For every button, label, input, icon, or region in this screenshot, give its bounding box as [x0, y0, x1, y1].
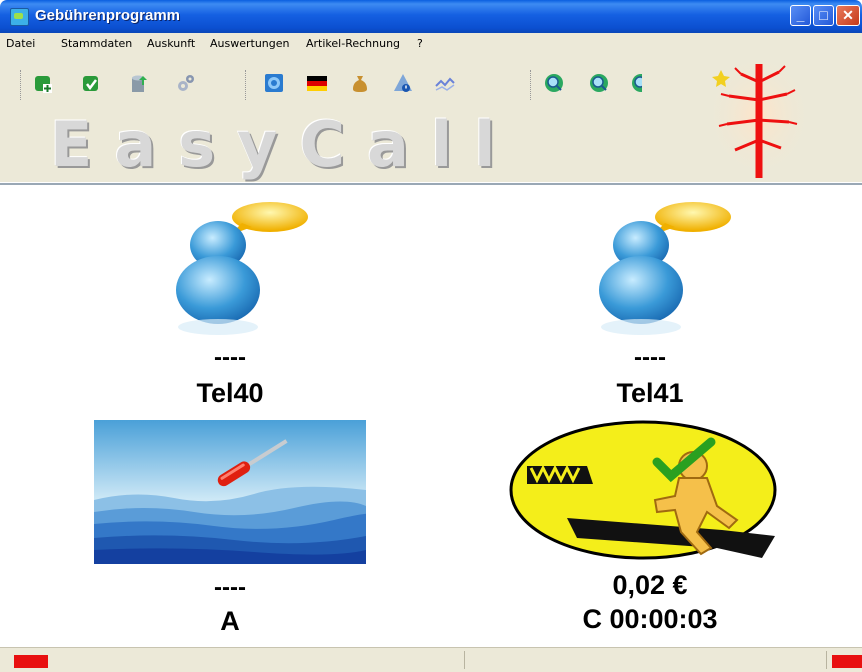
tel41-cost: 0,02 € [612, 570, 688, 600]
active-call-image [509, 420, 777, 560]
maximize-button[interactable]: □ [813, 5, 834, 26]
menu-stammdaten[interactable]: Stammdaten [61, 37, 132, 50]
tel40-line2: A [220, 606, 240, 636]
minimize-icon: _ [796, 7, 805, 23]
tel41-status: ---- [634, 344, 666, 371]
menu-artikel-rechnung[interactable]: Artikel-Rechnung [306, 37, 400, 50]
close-button[interactable]: ✕ [836, 5, 860, 26]
easycall-logo: EasyCall [50, 108, 518, 181]
money-bag-icon[interactable] [349, 72, 371, 94]
menu-datei[interactable]: Datei [6, 37, 35, 50]
tree-logo-icon [709, 62, 809, 180]
toolbar-separator [245, 70, 248, 100]
alert-icon[interactable] [392, 72, 414, 94]
tel41-name: Tel41 [616, 378, 684, 408]
app-icon [10, 8, 29, 26]
german-flag-icon[interactable] [306, 72, 328, 94]
info-globe-icon[interactable] [263, 72, 285, 94]
status-indicator-left [14, 655, 48, 668]
tel40-line1: ---- [214, 574, 246, 601]
tel40-name: Tel40 [196, 378, 264, 408]
add-user-icon[interactable] [32, 72, 54, 94]
close-icon: ✕ [842, 7, 854, 23]
toolbar-separator [20, 70, 23, 100]
tel41-duration: C 00:00:03 [582, 604, 718, 634]
idle-state-image [94, 420, 366, 564]
user-avatar-icon [176, 202, 308, 335]
status-bar [0, 647, 862, 672]
search-partial-icon[interactable] [630, 72, 642, 94]
tel40-status: ---- [214, 344, 246, 371]
search-icon[interactable] [543, 72, 565, 94]
gears-icon[interactable] [175, 72, 197, 94]
user-check-icon[interactable] [80, 72, 102, 94]
minimize-button[interactable]: _ [790, 5, 811, 26]
toolbar-separator [530, 70, 533, 100]
window-title: Gebührenprogramm [35, 7, 181, 24]
database-export-icon[interactable] [128, 72, 150, 94]
user-avatar-icon [599, 202, 731, 335]
maximize-icon: □ [819, 7, 828, 23]
search-zoom-icon[interactable] [588, 72, 610, 94]
window-titlebar[interactable]: Gebührenprogramm _ □ ✕ [0, 0, 862, 33]
status-divider [826, 651, 827, 669]
status-indicator-right [832, 655, 862, 668]
status-divider [464, 651, 465, 669]
menu-auswertungen[interactable]: Auswertungen [210, 37, 290, 50]
chart-line-icon[interactable] [434, 72, 456, 94]
menu-auskunft[interactable]: Auskunft [147, 37, 195, 50]
menu-help[interactable]: ? [417, 37, 423, 50]
menu-bar: Datei Stammdaten Auskunft Auswertungen A… [0, 33, 862, 55]
